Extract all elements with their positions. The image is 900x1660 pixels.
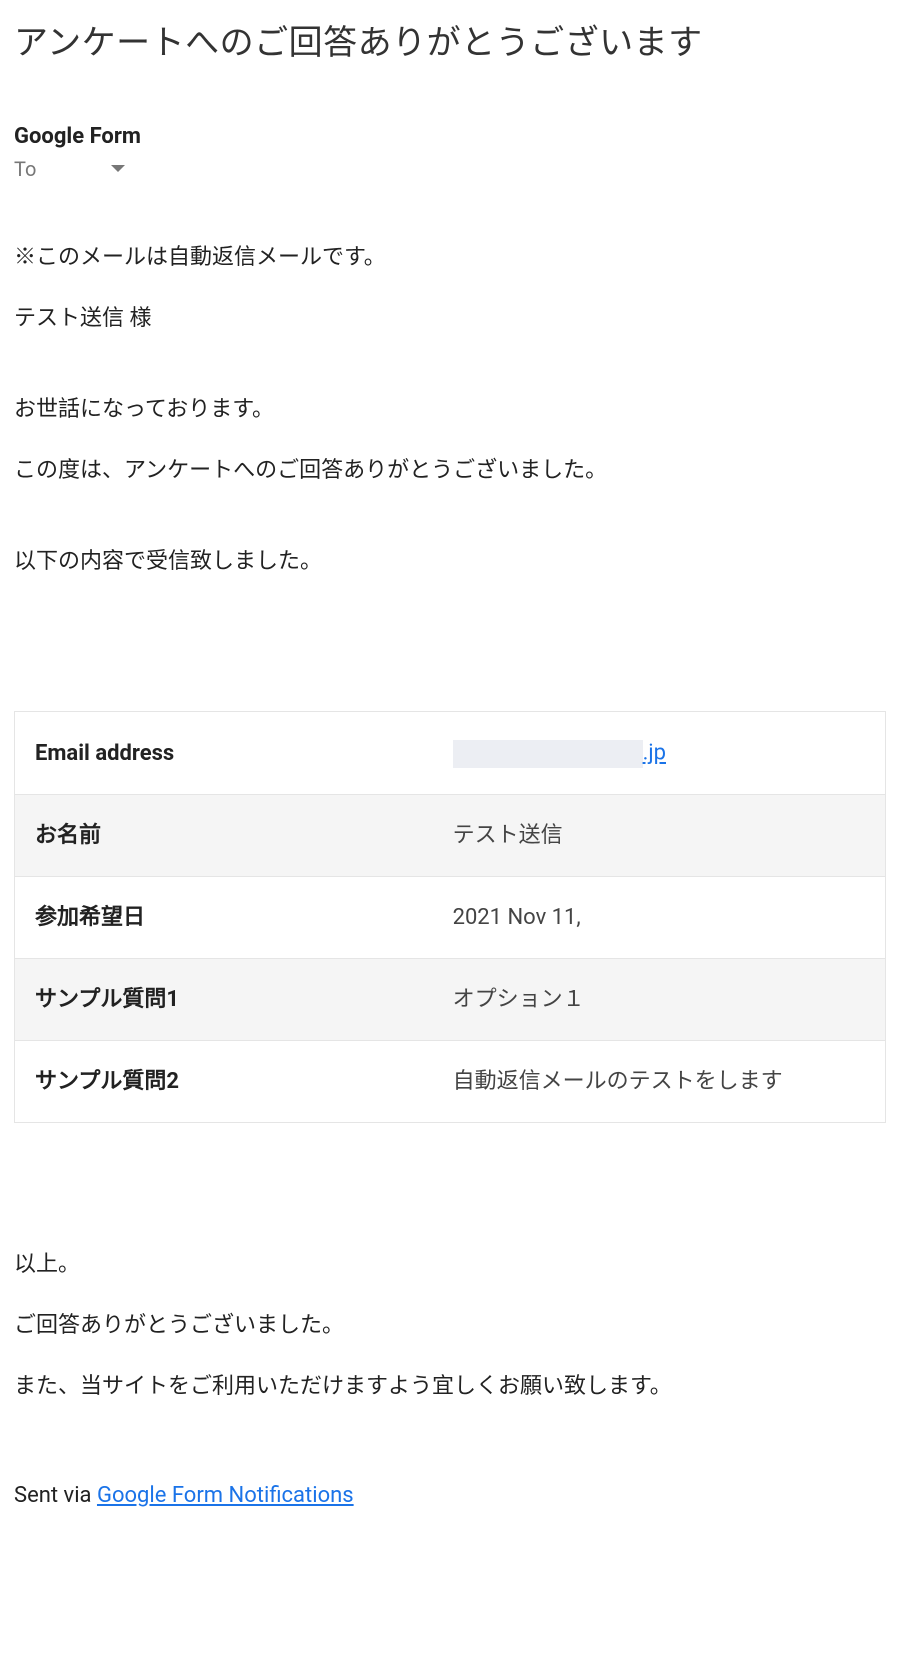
greeting: お世話になっております。 <box>14 393 886 426</box>
table-row-label: Email address <box>15 712 433 795</box>
table-row-value: .jp <box>433 712 886 795</box>
table-row: Email address .jp <box>15 712 886 795</box>
auto-reply-note: ※このメールは自動返信メールです。 <box>14 241 886 274</box>
closing-3: また、当サイトをご利用いただけますよう宜しくお願い致します。 <box>14 1370 886 1403</box>
response-table-body: Email address .jp お名前テスト送信参加希望日2021 Nov 11… <box>15 712 886 1123</box>
table-row-value: テスト送信 <box>433 795 886 877</box>
table-row-value: 2021 Nov 11, <box>433 877 886 959</box>
closing-1: 以上。 <box>14 1248 886 1281</box>
to-row[interactable]: To <box>14 157 886 181</box>
table-row-label: 参加希望日 <box>15 877 433 959</box>
table-row: サンプル質問1オプション１ <box>15 959 886 1041</box>
redacted-email-box <box>453 740 643 768</box>
salutation: テスト送信 様 <box>14 302 886 335</box>
sent-via-footer: Sent via Google Form Notifications <box>14 1483 886 1508</box>
sent-via-prefix: Sent via <box>14 1483 97 1508</box>
received-line: 以下の内容で受信致しました。 <box>14 545 886 578</box>
table-row: お名前テスト送信 <box>15 795 886 877</box>
table-row-value: 自動返信メールのテストをします <box>433 1041 886 1123</box>
email-subject: アンケートへのご回答ありがとうございます <box>14 15 886 64</box>
to-label: To <box>14 157 36 181</box>
table-row: サンプル質問2自動返信メールのテストをします <box>15 1041 886 1123</box>
table-row-label: サンプル質問2 <box>15 1041 433 1123</box>
table-row-label: お名前 <box>15 795 433 877</box>
chevron-down-icon[interactable] <box>110 164 126 174</box>
sender-name: Google Form <box>14 124 886 149</box>
table-row-label: サンプル質問1 <box>15 959 433 1041</box>
email-link[interactable]: .jp <box>643 741 666 766</box>
closing-2: ご回答ありがとうございました。 <box>14 1309 886 1342</box>
notifications-link[interactable]: Google Form Notifications <box>97 1483 354 1508</box>
email-body: ※このメールは自動返信メールです。 テスト送信 様 お世話になっております。 こ… <box>14 241 886 1403</box>
table-row-value: オプション１ <box>433 959 886 1041</box>
response-table: Email address .jp お名前テスト送信参加希望日2021 Nov 11… <box>14 711 886 1123</box>
thanks-line: この度は、アンケートへのご回答ありがとうございました。 <box>14 454 886 487</box>
table-row: 参加希望日2021 Nov 11, <box>15 877 886 959</box>
